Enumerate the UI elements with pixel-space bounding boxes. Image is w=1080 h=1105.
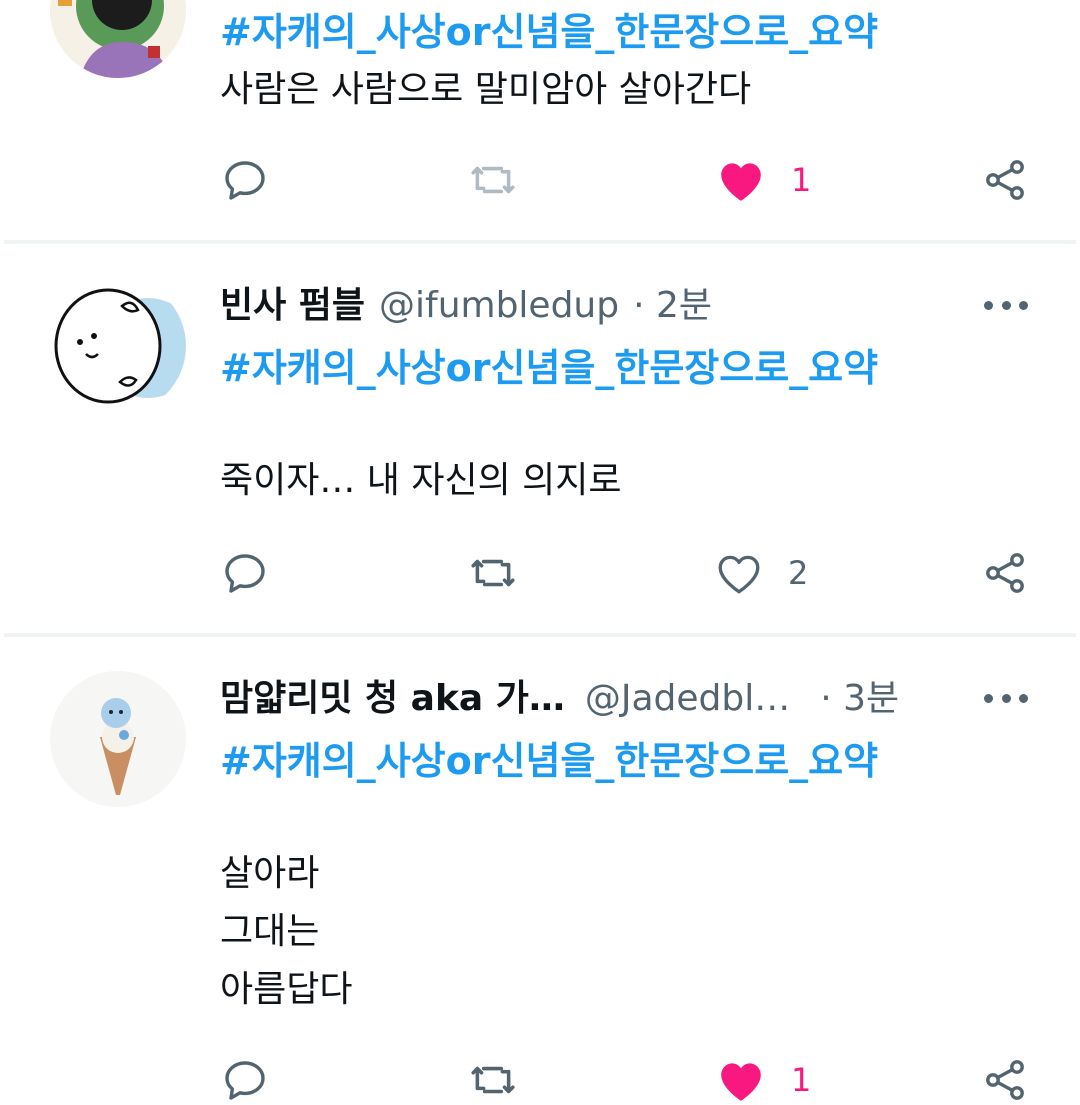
share-icon	[986, 160, 1024, 200]
tweet-3[interactable]: 맘얇리밋 청 aka 가… @Jadedbl… · 3분 #자캐의_사상or신념…	[0, 637, 1080, 1104]
tweet-1[interactable]: #자캐의_사상or신념을_한문장으로_요약 사람은 사람으로 말미암아 살아간다…	[0, 0, 1080, 240]
share-button[interactable]	[980, 548, 1030, 598]
tweet-text: 살아라 그대는 아름답다	[220, 853, 353, 1010]
share-icon	[986, 553, 1024, 593]
more-icon	[984, 693, 993, 703]
hashtag-link[interactable]: #자캐의_사상or신념을_한문장으로_요약	[220, 346, 878, 390]
like-count: 1	[791, 161, 812, 199]
heart-icon	[718, 555, 760, 594]
like-button[interactable]	[716, 155, 766, 205]
share-button[interactable]	[980, 1055, 1030, 1105]
share-button[interactable]	[980, 155, 1030, 205]
reply-button[interactable]	[220, 548, 270, 598]
like-count: 1	[791, 1061, 812, 1099]
hashtag-link[interactable]: #자캐의_사상or신념을_한문장으로_요약	[220, 10, 878, 54]
avatar[interactable]	[50, 278, 186, 414]
display-name[interactable]: 맘얇리밋 청 aka 가…	[220, 679, 565, 719]
reply-icon	[225, 161, 265, 200]
retweet-icon	[471, 559, 515, 587]
tweet-text: 죽이자… 내 자신의 의지로	[220, 460, 622, 501]
user-handle[interactable]: @ifumbledup	[379, 286, 619, 326]
like-button[interactable]	[716, 1055, 766, 1105]
like-count: 2	[788, 554, 809, 592]
more-button[interactable]	[984, 688, 1028, 708]
avatar-image	[50, 278, 186, 414]
avatar-image	[50, 671, 186, 807]
avatar[interactable]	[50, 0, 186, 78]
avatar-image	[50, 0, 186, 78]
more-icon	[984, 300, 993, 310]
more-button[interactable]	[984, 295, 1028, 315]
reply-button[interactable]	[220, 155, 270, 205]
reply-icon	[225, 554, 265, 593]
tweet-header: 빈사 펌블 @ifumbledup · 2분	[220, 286, 712, 326]
avatar[interactable]	[50, 671, 186, 807]
retweet-button[interactable]	[468, 1055, 518, 1105]
tweet-header: 맘얇리밋 청 aka 가… @Jadedbl… · 3분	[220, 679, 899, 719]
share-icon	[986, 1060, 1024, 1100]
reply-icon	[225, 1061, 265, 1100]
display-name[interactable]: 빈사 펌블	[220, 286, 365, 326]
tweet-2[interactable]: 빈사 펌블 @ifumbledup · 2분 #자캐의_사상or신념을_한문장으…	[0, 244, 1080, 633]
retweet-icon	[471, 1066, 515, 1094]
user-handle[interactable]: @Jadedbl…	[585, 679, 790, 719]
retweet-icon	[471, 166, 515, 194]
timestamp[interactable]: · 3분	[820, 679, 899, 719]
retweet-button[interactable]	[468, 548, 518, 598]
heart-icon	[721, 163, 761, 201]
reply-button[interactable]	[220, 1055, 270, 1105]
like-button[interactable]	[714, 548, 764, 598]
retweet-button[interactable]	[468, 155, 518, 205]
tweet-text: 사람은 사람으로 말미암아 살아간다	[220, 69, 752, 110]
hashtag-link[interactable]: #자캐의_사상or신념을_한문장으로_요약	[220, 739, 878, 783]
timestamp[interactable]: · 2분	[633, 286, 712, 326]
heart-icon	[721, 1063, 761, 1101]
